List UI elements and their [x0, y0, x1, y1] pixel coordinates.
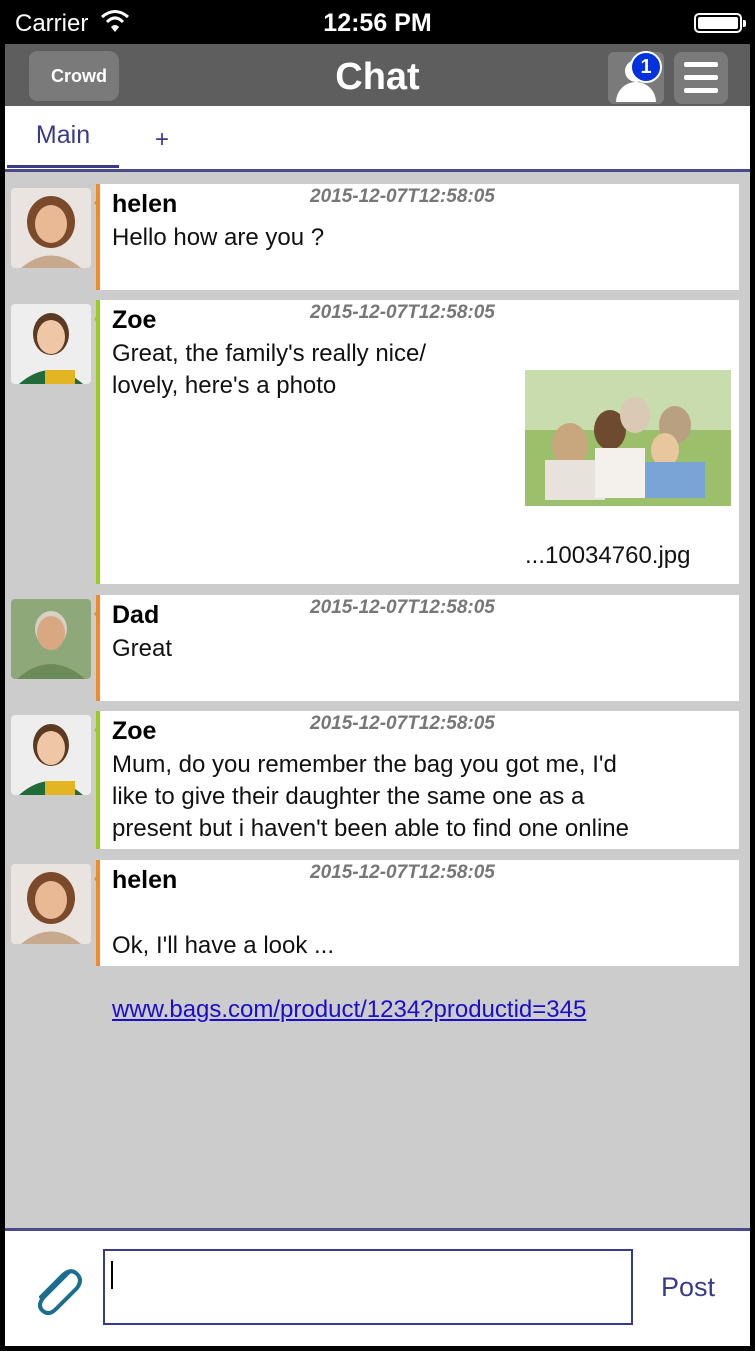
message-author: helen — [112, 190, 178, 218]
status-bar: Carrier 12:56 PM — [5, 0, 750, 44]
message-item: helen 2015-12-07T12:58:05 Hello how are … — [5, 184, 750, 290]
message-timestamp: 2015-12-07T12:58:05 — [310, 186, 495, 207]
message-item: helen 2015-12-07T12:58:05 Ok, I'll have … — [5, 860, 750, 1023]
menu-button[interactable] — [674, 52, 728, 104]
avatar[interactable] — [11, 304, 91, 384]
message-text: Great, the family's really nice/ lovely,… — [112, 340, 427, 399]
message-text: Hello how are you ? — [112, 224, 325, 251]
composer-divider — [5, 1228, 750, 1231]
text-caret — [111, 1261, 113, 1289]
message-bubble[interactable]: Dad 2015-12-07T12:58:05 Great — [94, 595, 739, 701]
avatar[interactable] — [11, 715, 91, 795]
navigation-bar: Crowd Chat 1 — [5, 44, 750, 106]
helen-avatar-image — [11, 188, 91, 268]
helen-avatar-image — [11, 864, 91, 944]
notification-badge: 1 — [630, 51, 662, 83]
message-list[interactable]: helen 2015-12-07T12:58:05 Hello how are … — [5, 172, 750, 1228]
message-bubble[interactable]: Zoe 2015-12-07T12:58:05 Mum, do you reme… — [94, 711, 739, 849]
zoe-avatar-image — [11, 304, 91, 384]
app-frame: Carrier 12:56 PM Crowd Chat 1 Main + hel… — [5, 0, 750, 1346]
menu-icon — [684, 62, 718, 67]
dad-avatar-image — [11, 599, 91, 679]
message-bubble[interactable]: helen 2015-12-07T12:58:05 Hello how are … — [94, 184, 739, 290]
attachment-filename[interactable]: ...10034760.jpg — [525, 542, 690, 570]
message-author: Zoe — [112, 306, 157, 334]
tab-add[interactable]: + — [155, 126, 169, 154]
message-author: helen — [112, 866, 178, 894]
message-item: Zoe 2015-12-07T12:58:05 Great, the famil… — [5, 300, 750, 584]
avatar[interactable] — [11, 188, 91, 268]
message-link[interactable]: www.bags.com/product/1234?productid=345 — [112, 996, 586, 1023]
family-photo-image — [525, 370, 731, 506]
message-item: Zoe 2015-12-07T12:58:05 Mum, do you reme… — [5, 711, 750, 849]
avatar[interactable] — [11, 599, 91, 679]
tab-main[interactable]: Main — [7, 106, 119, 168]
message-input[interactable] — [103, 1249, 633, 1325]
message-text-body: Ok, I'll have a look ... — [112, 932, 335, 959]
message-bubble[interactable]: Zoe 2015-12-07T12:58:05 Great, the famil… — [94, 300, 739, 584]
message-author: Dad — [112, 601, 160, 629]
message-text: Ok, I'll have a look ... www.bags.com/pr… — [112, 898, 586, 1026]
message-item: Dad 2015-12-07T12:58:05 Great — [5, 595, 750, 701]
zoe-avatar-image — [11, 715, 91, 795]
tab-bar: Main + — [5, 106, 750, 172]
message-text: Mum, do you remember the bag you got me,… — [112, 751, 629, 842]
paperclip-icon[interactable] — [25, 1258, 89, 1322]
message-text: Great — [112, 635, 173, 662]
message-timestamp: 2015-12-07T12:58:05 — [310, 713, 495, 734]
battery-icon — [694, 13, 746, 33]
photo-attachment[interactable] — [525, 370, 731, 506]
avatar[interactable] — [11, 864, 91, 944]
message-timestamp: 2015-12-07T12:58:05 — [310, 597, 495, 618]
message-bubble[interactable]: helen 2015-12-07T12:58:05 Ok, I'll have … — [94, 860, 739, 1023]
clock: 12:56 PM — [323, 9, 432, 37]
message-timestamp: 2015-12-07T12:58:05 — [310, 302, 495, 323]
message-timestamp: 2015-12-07T12:58:05 — [310, 862, 495, 883]
post-button[interactable]: Post — [661, 1272, 715, 1303]
composer-bar: Post — [5, 1228, 750, 1346]
message-author: Zoe — [112, 717, 157, 745]
